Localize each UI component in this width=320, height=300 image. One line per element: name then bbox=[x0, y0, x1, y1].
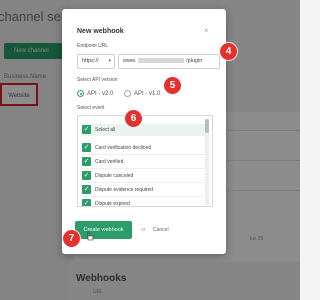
step-badge-4: 4 bbox=[220, 43, 237, 60]
checkbox-checked-icon: ✓ bbox=[82, 185, 91, 195]
select-event-label: Select event bbox=[77, 105, 105, 111]
event-label: Card verification declined bbox=[95, 145, 152, 151]
event-label: Card verified bbox=[95, 159, 124, 165]
scrollbar-thumb[interactable] bbox=[205, 119, 209, 133]
api-v2-label: API - v2.0 bbox=[87, 91, 114, 98]
event-label: Dispute canceled bbox=[95, 173, 134, 179]
checkbox-checked-icon: ✓ bbox=[82, 143, 91, 153]
url-suffix: /plugin bbox=[186, 58, 203, 64]
event-item[interactable]: ✓ Dispute evidence required bbox=[82, 184, 206, 197]
new-webhook-dialog: New webhook × Endpoint URL https:// ▾ ww… bbox=[62, 9, 226, 254]
api-version-label: Select API version bbox=[77, 77, 118, 83]
redacted-domain bbox=[138, 58, 185, 64]
event-item[interactable]: ✓ Card verification declined bbox=[82, 142, 206, 155]
step-badge-6: 6 bbox=[125, 110, 142, 127]
radio-selected-icon bbox=[77, 90, 84, 97]
event-item[interactable]: ✓ Dispute expired bbox=[82, 198, 130, 207]
event-list: ✓ Select all ✓ Card verification declined … bbox=[77, 115, 213, 207]
chevron-down-icon: ▾ bbox=[108, 58, 111, 64]
scheme-value: https:// bbox=[82, 58, 99, 64]
event-label: Select all bbox=[95, 127, 116, 133]
radio-unselected-icon bbox=[124, 90, 131, 97]
step-badge-7: 7 bbox=[63, 230, 80, 247]
checkbox-checked-icon: ✓ bbox=[82, 125, 91, 135]
endpoint-url-label: Endpoint URL bbox=[77, 43, 109, 49]
event-list-scrollbar[interactable] bbox=[205, 119, 209, 205]
dialog-title: New webhook bbox=[77, 28, 124, 35]
or-text: or bbox=[141, 227, 146, 233]
step-badge-5: 5 bbox=[164, 77, 181, 94]
checkbox-checked-icon: ✓ bbox=[82, 171, 91, 181]
api-v1-label: API - v1.0 bbox=[134, 91, 161, 98]
url-prefix: www. bbox=[123, 58, 137, 64]
create-webhook-button[interactable]: Create webhook bbox=[75, 221, 132, 239]
divider bbox=[82, 182, 206, 183]
endpoint-url-input[interactable]: www. /plugin bbox=[118, 54, 220, 69]
event-item[interactable]: ✓ Dispute canceled bbox=[82, 170, 206, 183]
event-select-all[interactable]: ✓ Select all bbox=[82, 124, 206, 136]
divider bbox=[82, 196, 206, 197]
api-v2-radio[interactable]: API - v2.0 bbox=[77, 90, 113, 98]
divider bbox=[82, 154, 206, 155]
hand-cursor-icon bbox=[87, 231, 94, 241]
checkbox-checked-icon: ✓ bbox=[82, 157, 91, 167]
checkbox-checked-icon: ✓ bbox=[82, 199, 91, 207]
close-icon[interactable]: × bbox=[204, 26, 209, 35]
event-label: Dispute expired bbox=[95, 201, 130, 207]
divider bbox=[82, 168, 206, 169]
event-label: Dispute evidence required bbox=[95, 187, 154, 193]
event-item[interactable]: ✓ Card verified bbox=[82, 156, 206, 169]
cancel-link[interactable]: Cancel bbox=[153, 227, 169, 233]
api-v1-radio[interactable]: API - v1.0 bbox=[124, 90, 160, 98]
scheme-select[interactable]: https:// ▾ bbox=[77, 54, 115, 69]
